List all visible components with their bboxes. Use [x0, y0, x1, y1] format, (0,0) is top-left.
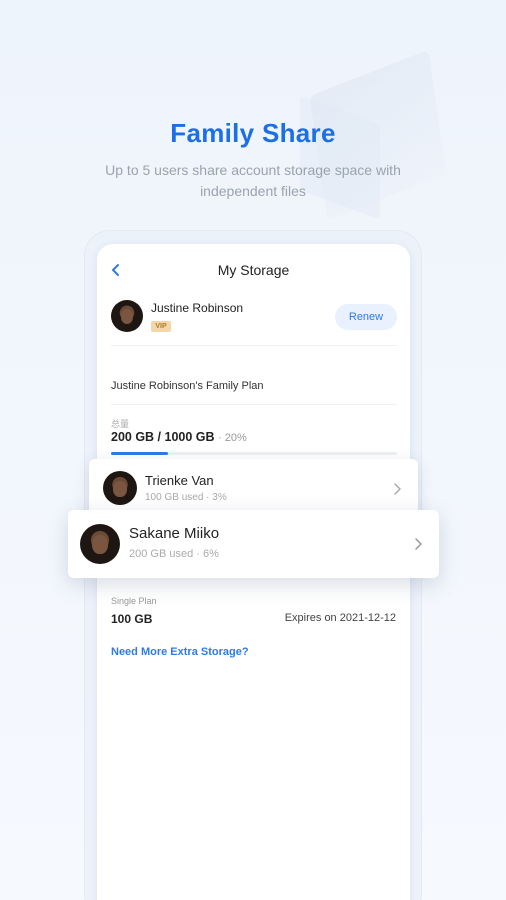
single-plan-size: 100 GB: [111, 612, 153, 626]
member-name: Trienke Van: [145, 473, 214, 488]
user-row: Justine Robinson VIP Renew: [111, 298, 397, 338]
member-name: Sakane Miiko: [129, 525, 220, 542]
storage-progress-track: [111, 452, 397, 455]
page-title: My Storage: [217, 262, 290, 278]
family-plan-title: Justine Robinson's Family Plan: [111, 380, 264, 392]
single-plan-label: Single Plan: [111, 596, 157, 606]
storage-usage: 200 GB / 1000 GB · 20%: [111, 430, 247, 444]
member-avatar: [103, 471, 137, 505]
storage-progress-fill: [111, 452, 169, 455]
member-usage: 200 GB used · 6%: [129, 548, 219, 560]
member-usage: 100 GB used · 3%: [145, 492, 227, 503]
storage-percent: · 20%: [218, 432, 247, 444]
divider: [111, 404, 397, 405]
member-card[interactable]: Sakane Miiko 200 GB used · 6%: [68, 510, 439, 578]
single-plan-expiry: Expires on 2021-12-12: [284, 612, 396, 624]
member-avatar: [80, 524, 120, 564]
vip-badge: VIP: [151, 321, 171, 332]
chevron-right-icon: [415, 538, 422, 550]
hero-subtitle: Up to 5 users share account storage spac…: [105, 162, 401, 199]
total-label: 总量: [111, 419, 130, 429]
user-avatar: [111, 300, 143, 332]
divider: [111, 345, 397, 346]
hero-title: Family Share: [170, 118, 336, 148]
extra-storage-link[interactable]: Need More Extra Storage?: [111, 646, 249, 658]
chevron-right-icon: [394, 483, 401, 495]
renew-button[interactable]: Renew: [335, 304, 397, 330]
nav-bar: My Storage: [97, 258, 410, 284]
user-name: Justine Robinson: [151, 301, 244, 315]
storage-used: 200 GB / 1000 GB: [111, 430, 215, 444]
